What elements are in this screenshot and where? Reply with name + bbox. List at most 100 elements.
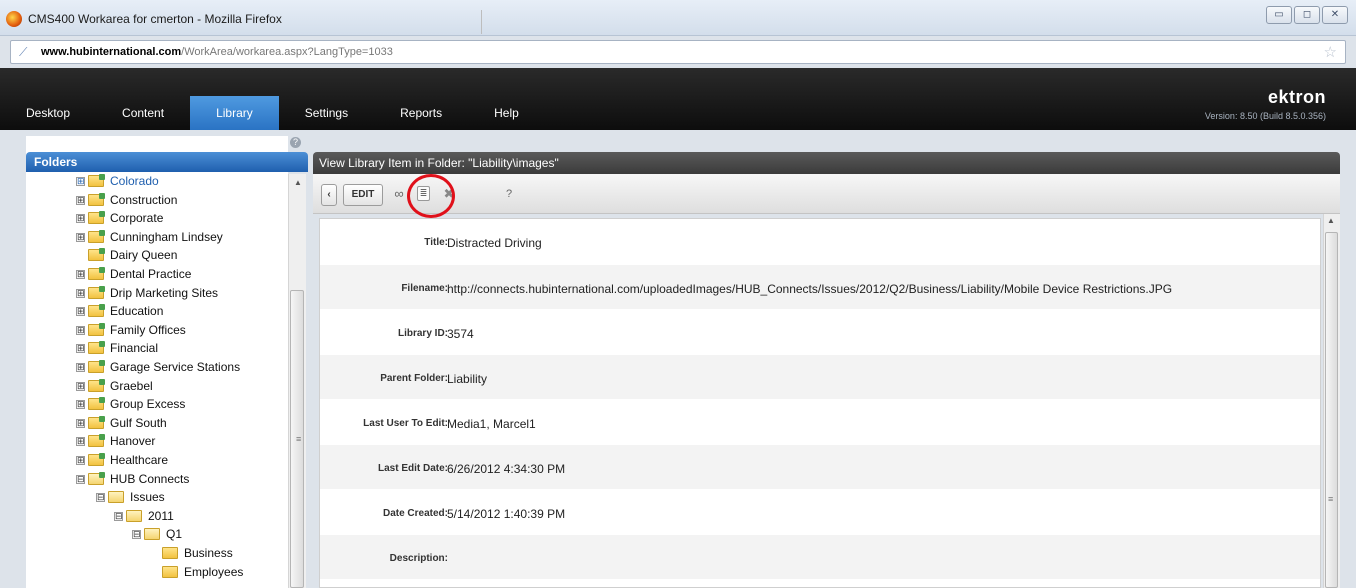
expand-icon[interactable]: ⊞	[76, 232, 85, 242]
detail-value: Distracted Driving	[447, 236, 542, 250]
nav-help[interactable]: Help	[468, 96, 545, 130]
expand-icon[interactable]: ⊞	[76, 269, 85, 279]
expand-icon[interactable]: ⊞	[76, 399, 85, 409]
detail-label: Last User To Edit:	[363, 418, 448, 429]
folder-tree-item[interactable]: Employees	[150, 563, 243, 581]
folder-label: Drip Marketing Sites	[110, 286, 219, 300]
folder-tree-item[interactable]: ⊞ Family Offices	[76, 321, 186, 339]
detail-row: Description:	[320, 535, 1320, 579]
expand-icon[interactable]: ⊞	[76, 343, 85, 353]
detail-label: Parent Folder:	[380, 373, 448, 384]
folder-tree-item[interactable]: ⊟ Issues	[96, 488, 165, 506]
folder-label: Dental Practice	[110, 267, 192, 281]
folder-tree-item[interactable]: ⊞ Cunningham Lindsey	[76, 228, 223, 246]
link-icon[interactable]: ∞	[391, 186, 407, 202]
detail-label: Filename:	[401, 283, 448, 294]
folder-tree-item[interactable]: ⊟ HUB Connects	[76, 470, 189, 488]
highlight-annotation-ring	[407, 174, 455, 218]
folder-label: Issues	[130, 490, 165, 504]
expand-icon[interactable]: ⊞	[76, 213, 85, 223]
folder-tree-item[interactable]: ⊞ Gulf South	[76, 414, 167, 432]
folder-tree-item[interactable]: ⊞ Education	[76, 302, 163, 320]
collapse-icon[interactable]: ⊟	[76, 474, 85, 484]
url-domain: www.hubinternational.com	[41, 46, 182, 58]
edit-button[interactable]: EDIT	[343, 184, 383, 206]
nav-settings[interactable]: Settings	[279, 96, 374, 130]
expand-icon[interactable]: ⊞	[76, 306, 85, 316]
folder-label: Healthcare	[110, 453, 169, 467]
folder-tree-item[interactable]: ⊞ Dental Practice	[76, 265, 191, 283]
close-window-button[interactable]: ✕	[1322, 6, 1348, 24]
expand-icon[interactable]: ⊞	[76, 195, 85, 205]
folder-tree-item[interactable]: ⊞ Construction	[76, 191, 177, 209]
folder-icon	[88, 230, 105, 243]
site-identity-icon[interactable]: ⟋	[19, 46, 33, 58]
open-folder-icon	[126, 510, 142, 522]
window-controls: ▭ ◻ ✕	[1266, 6, 1348, 24]
folder-tree-item[interactable]: ⊞ Group Excess	[76, 395, 185, 413]
folder-icon	[88, 379, 105, 392]
folder-tree-item[interactable]: ⊞ Financial	[76, 339, 158, 357]
folder-tree-item[interactable]: ⊞ Healthcare	[76, 451, 168, 469]
detail-value: http://connects.hubinternational.com/upl…	[447, 282, 1173, 296]
library-item-details: Title: Distracted Driving Filename: http://…	[319, 218, 1321, 588]
folder-label: Garage Service Stations	[110, 360, 241, 374]
nav-reports[interactable]: Reports	[374, 96, 468, 130]
folder-tree-item[interactable]: ⊟ 2011	[114, 507, 174, 525]
collapse-icon[interactable]: ⊟	[132, 529, 141, 539]
address-bar[interactable]: ⟋ www.hubinternational.com/WorkArea/work…	[10, 40, 1346, 64]
folder-tree-item[interactable]: ⊞ Drip Marketing Sites	[76, 284, 218, 302]
detail-value: 5/14/2012 1:40:39 PM	[447, 507, 566, 521]
detail-label: Library ID:	[397, 328, 448, 339]
expand-icon[interactable]: ⊞	[76, 381, 85, 391]
folder-tree-item[interactable]: ⊞ Colorado	[76, 174, 159, 190]
expand-icon[interactable]: ⊞	[76, 288, 85, 298]
expand-icon[interactable]: ⊞	[76, 325, 85, 335]
expand-icon[interactable]: ⊞	[76, 176, 85, 186]
open-folder-icon	[108, 491, 124, 503]
nav-library[interactable]: Library	[190, 96, 279, 130]
expand-icon[interactable]: ⊞	[76, 418, 85, 428]
view-header: View Library Item in Folder: "Liability\…	[313, 152, 1340, 174]
folder-tree-item[interactable]: ⊞ Graebel	[76, 377, 153, 395]
expand-icon[interactable]: ⊞	[76, 455, 85, 465]
folder-tree-item[interactable]: Dairy Queen	[76, 246, 177, 264]
detail-row: Last Edit Date: 6/26/2012 4:34:30 PM	[320, 445, 1320, 489]
folder-tree-item[interactable]: ⊞ Corporate	[76, 209, 163, 227]
folder-help-icon[interactable]: ?	[290, 137, 301, 148]
folder-tree-item[interactable]: ⊞ Garage Service Stations	[76, 358, 240, 376]
collapse-icon[interactable]: ⊟	[114, 511, 123, 521]
detail-value: 6/26/2012 4:34:30 PM	[447, 462, 566, 476]
bookmark-star-icon[interactable]: ☆	[1324, 43, 1337, 61]
folder-label: Colorado	[110, 174, 159, 188]
folder-tree-item[interactable]: ⊞ Hanover	[76, 432, 155, 450]
folder-icon	[88, 434, 105, 447]
url-path: /WorkArea/workarea.aspx?LangType=1033	[181, 46, 393, 58]
details-scroll-up-arrow-icon[interactable]: ▲	[1327, 216, 1335, 225]
minimize-button[interactable]: ▭	[1266, 6, 1292, 24]
folder-label: Gulf South	[110, 416, 167, 430]
details-scroll-thumb[interactable]	[1325, 232, 1338, 588]
folder-tree-item[interactable]: ⊟ Q1	[132, 525, 182, 543]
collapse-icon[interactable]: ⊟	[96, 492, 105, 502]
url-text[interactable]: www.hubinternational.com/WorkArea/workar…	[41, 46, 393, 58]
main-nav: Desktop Content Library Settings Reports…	[0, 96, 545, 130]
folder-icon	[88, 453, 105, 466]
back-button[interactable]: ‹	[321, 184, 337, 206]
detail-row: Last User To Edit: Media1, Marcel1	[320, 400, 1320, 444]
expand-icon[interactable]: ⊞	[76, 362, 85, 372]
folder-tree: ⊞ Colorado ⊞ Construction ⊞ Corporate ⊞ Cunning…	[26, 174, 288, 588]
nav-desktop[interactable]: Desktop	[0, 96, 96, 130]
folder-label: Construction	[110, 193, 178, 207]
expand-icon[interactable]: ⊞	[76, 436, 85, 446]
window-titlebar: CMS400 Workarea for cmerton - Mozilla Fi…	[0, 0, 1356, 36]
folder-tree-item[interactable]: Business	[150, 544, 233, 562]
detail-value: 3574	[447, 327, 474, 341]
folder-icon	[88, 248, 105, 261]
nav-content[interactable]: Content	[96, 96, 190, 130]
scroll-up-arrow-icon[interactable]: ▲	[294, 178, 302, 187]
folders-header: Folders	[26, 152, 308, 172]
maximize-button[interactable]: ◻	[1294, 6, 1320, 24]
folder-label: Corporate	[110, 211, 164, 225]
help-icon[interactable]: ?	[501, 186, 517, 202]
